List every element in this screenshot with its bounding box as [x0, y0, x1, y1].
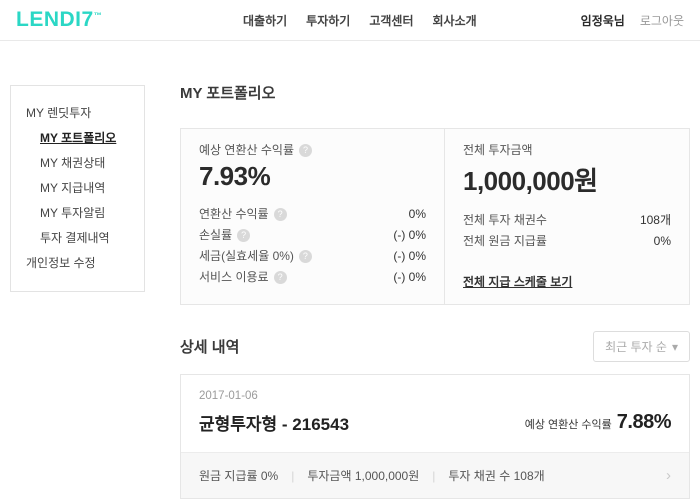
main-column: MY 포트폴리오 예상 연환산 수익률 ? 7.93% 연환산 수익률 ? 0% — [180, 41, 690, 499]
investment-card-info: 2017-01-06 균형투자형 - 216543 — [199, 390, 349, 435]
annualized-yield-value: 0% — [409, 204, 426, 225]
lendit-logo[interactable]: LENDI7™ — [16, 8, 102, 32]
investment-card: 2017-01-06 균형투자형 - 216543 예상 연환산 수익률 7.88… — [180, 374, 690, 499]
service-fee-value: (-) 0% — [393, 267, 426, 288]
investment-title[interactable]: 균형투자형 - 216543 — [199, 410, 349, 435]
sidebar-item-my-invest-alerts[interactable]: MY 투자알림 — [26, 201, 144, 226]
footer-note-count: 투자 채권 수 108개 — [448, 467, 544, 484]
tax-value: (-) 0% — [393, 246, 426, 267]
help-icon[interactable]: ? — [274, 208, 287, 221]
annualized-yield-row: 연환산 수익률 ? 0% — [199, 204, 426, 225]
investment-card-top: 2017-01-06 균형투자형 - 216543 예상 연환산 수익률 7.88… — [181, 375, 689, 452]
help-icon[interactable]: ? — [299, 250, 312, 263]
nav-item-loan[interactable]: 대출하기 — [243, 12, 287, 29]
sidebar: MY 렌딧투자 MY 포트폴리오 MY 채권상태 MY 지급내역 MY 투자알림… — [10, 85, 145, 292]
sort-dropdown-button[interactable]: 최근 투자 순 ▾ — [593, 331, 690, 362]
amount-column: 전체 투자금액 1,000,000원 전체 투자 채권수 108개 전체 원금 … — [444, 129, 689, 304]
total-notes-row: 전체 투자 채권수 108개 — [463, 210, 671, 231]
page-title: MY 포트폴리오 — [180, 82, 690, 103]
user-name[interactable]: 임정욱님 — [581, 12, 625, 29]
investment-yield: 예상 연환산 수익률 7.88% — [525, 411, 671, 435]
principal-paid-row: 전체 원금 지급률 0% — [463, 231, 671, 252]
investment-yield-label: 예상 연환산 수익률 — [525, 419, 612, 431]
principal-paid-value: 0% — [654, 231, 671, 252]
investment-yield-value: 7.88% — [617, 411, 671, 433]
nav-item-support[interactable]: 고객센터 — [369, 12, 413, 29]
sidebar-item-edit-profile[interactable]: 개인정보 수정 — [26, 251, 144, 276]
tax-label: 세금(실효세율 0%) — [199, 246, 294, 267]
footer-principal-paid: 원금 지급률 0% — [199, 467, 278, 484]
total-amount-label: 전체 투자금액 — [463, 143, 533, 157]
footer-separator: | — [291, 469, 294, 483]
sidebar-item-my-portfolio[interactable]: MY 포트폴리오 — [26, 126, 144, 151]
service-fee-label: 서비스 이용료 — [199, 267, 269, 288]
help-icon[interactable]: ? — [299, 144, 312, 157]
total-notes-label: 전체 투자 채권수 — [463, 210, 547, 231]
expected-yield-label-row: 예상 연환산 수익률 ? — [199, 143, 426, 157]
service-fee-row: 서비스 이용료 ? (-) 0% — [199, 267, 426, 288]
principal-paid-label: 전체 원금 지급률 — [463, 231, 547, 252]
trademark-mark: ™ — [94, 11, 103, 20]
investment-date: 2017-01-06 — [199, 390, 349, 402]
main-nav: 대출하기 투자하기 고객센터 회사소개 — [243, 12, 477, 29]
top-navbar: LENDI7™ 대출하기 투자하기 고객센터 회사소개 임정욱님 로그아웃 — [0, 0, 700, 41]
total-amount-label-row: 전체 투자금액 — [463, 143, 671, 157]
logo-text: LENDI7 — [16, 8, 94, 31]
page-content: MY 렌딧투자 MY 포트폴리오 MY 채권상태 MY 지급내역 MY 투자알림… — [0, 41, 700, 475]
loss-rate-row: 손실률 ? (-) 0% — [199, 225, 426, 246]
sidebar-item-my-note-status[interactable]: MY 채권상태 — [26, 151, 144, 176]
nav-item-invest[interactable]: 투자하기 — [306, 12, 350, 29]
yield-column: 예상 연환산 수익률 ? 7.93% 연환산 수익률 ? 0% 손실률 ? — [181, 129, 444, 304]
portfolio-summary-box: 예상 연환산 수익률 ? 7.93% 연환산 수익률 ? 0% 손실률 ? — [180, 128, 690, 305]
details-header: 상세 내역 최근 투자 순 ▾ — [180, 331, 690, 362]
logout-link[interactable]: 로그아웃 — [640, 12, 684, 29]
footer-separator: | — [432, 469, 435, 483]
payment-schedule-link[interactable]: 전체 지급 스케줄 보기 — [463, 273, 572, 290]
expected-yield-value: 7.93% — [199, 161, 426, 192]
annualized-yield-label: 연환산 수익률 — [199, 204, 269, 225]
sidebar-item-my-payments[interactable]: MY 지급내역 — [26, 176, 144, 201]
help-icon[interactable]: ? — [237, 229, 250, 242]
sort-dropdown-label: 최근 투자 순 — [605, 338, 667, 355]
details-title: 상세 내역 — [180, 336, 239, 357]
expected-yield-label: 예상 연환산 수익률 — [199, 143, 294, 157]
tax-row: 세금(실효세율 0%) ? (-) 0% — [199, 246, 426, 267]
loss-rate-label: 손실률 — [199, 225, 232, 246]
user-area: 임정욱님 로그아웃 — [581, 12, 684, 29]
loss-rate-value: (-) 0% — [393, 225, 426, 246]
chevron-right-icon[interactable]: › — [666, 470, 671, 482]
sidebar-item-invest-settlements[interactable]: 투자 결제내역 — [26, 226, 144, 251]
total-notes-value: 108개 — [640, 210, 671, 231]
total-amount-value: 1,000,000원 — [463, 161, 671, 198]
footer-invested-amount: 투자금액 1,000,000원 — [307, 467, 419, 484]
investment-card-footer[interactable]: 원금 지급률 0% | 투자금액 1,000,000원 | 투자 채권 수 10… — [181, 452, 689, 498]
help-icon[interactable]: ? — [274, 271, 287, 284]
nav-item-about[interactable]: 회사소개 — [433, 12, 477, 29]
sidebar-item-my-lendit-invest[interactable]: MY 렌딧투자 — [26, 101, 144, 126]
chevron-down-icon: ▾ — [672, 340, 678, 354]
